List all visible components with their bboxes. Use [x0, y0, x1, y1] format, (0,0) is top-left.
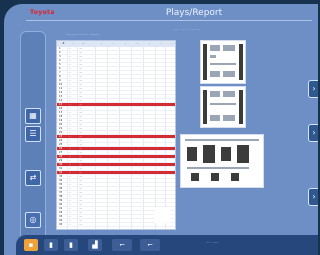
preview-block — [223, 45, 235, 51]
preview-block — [210, 103, 236, 105]
tool-icon: ⌐ — [147, 241, 153, 249]
header-status-text: .... . .... .. . ..... .... — [174, 27, 200, 31]
preview-block — [187, 147, 197, 161]
left-tool-panel: ▦ ☰ ⇄ ◎ — [20, 31, 46, 251]
right-tab-3[interactable]: › — [308, 188, 318, 206]
blank-preview[interactable] — [154, 207, 170, 223]
preview-bar — [239, 90, 243, 124]
tool-button-1[interactable]: ⌐ — [112, 239, 132, 251]
preview-block — [203, 145, 215, 163]
table-cell: .... — [79, 223, 83, 226]
preview-block — [210, 55, 216, 58]
preview-line — [187, 167, 249, 169]
sheet-caption: .... ....... .. ...... .......... — [66, 32, 100, 36]
preview-block — [221, 147, 231, 161]
list-view-button[interactable]: ☰ — [25, 126, 41, 142]
chart-icon: ▟ — [92, 241, 98, 249]
preview-block — [210, 71, 220, 77]
home-button[interactable]: ▪ — [24, 239, 38, 251]
arrow-right-icon: › — [312, 192, 316, 201]
home-icon: ▪ — [28, 241, 34, 249]
preview-thumbnail-2[interactable] — [200, 86, 246, 128]
preview-block — [231, 173, 239, 181]
preview-block — [223, 115, 235, 121]
table-cell: .. — [69, 223, 71, 226]
app-window: Toyota Plays/Report .... . .... .. . ...… — [4, 4, 318, 255]
right-tab-2[interactable]: › — [308, 124, 318, 142]
preview-thumbnail-1[interactable] — [200, 40, 246, 84]
page-icon: ▮ — [49, 241, 53, 249]
tool-icon: ⌐ — [119, 241, 125, 249]
table-cell: 45 — [59, 223, 63, 226]
chart-button[interactable]: ▟ — [88, 239, 102, 251]
page-button-2[interactable]: ▮ — [64, 239, 78, 251]
report-table[interactable]: #..................... 1...... 2...... 3..… — [56, 40, 176, 230]
arrow-right-icon: › — [312, 84, 316, 93]
preview-block — [211, 173, 219, 181]
settings-button[interactable]: ◎ — [25, 212, 41, 228]
page-icon: ▮ — [69, 241, 73, 249]
bottom-status: .... . ...... — [206, 240, 219, 244]
bottom-toolbar: ▪ ▮ ▮ ▟ ⌐ ⌐ .... . ...... — [16, 235, 318, 255]
swap-icon: ⇄ — [29, 173, 37, 182]
title-divider — [26, 20, 312, 21]
preview-bar — [203, 90, 207, 124]
brand-logo: Toyota — [30, 9, 55, 16]
preview-diagram[interactable] — [180, 134, 264, 188]
arrow-right-icon: › — [312, 128, 316, 137]
tool-button-2[interactable]: ⌐ — [140, 239, 160, 251]
sheet-note: .... ..... — [122, 211, 132, 215]
page-title: Plays/Report — [165, 8, 223, 18]
preview-block — [210, 45, 220, 51]
preview-block — [223, 91, 235, 97]
preview-block — [237, 145, 249, 163]
right-tab-1[interactable]: › — [308, 80, 318, 98]
preview-line — [185, 139, 259, 141]
preview-bar — [203, 44, 207, 80]
table-row[interactable]: 45...... — [57, 223, 175, 227]
preview-block — [210, 63, 236, 65]
preview-bar — [239, 44, 243, 80]
preview-block — [191, 173, 199, 181]
grid-icon: ▦ — [29, 111, 37, 120]
page-button-1[interactable]: ▮ — [44, 239, 58, 251]
preview-block — [223, 71, 235, 77]
preview-block — [210, 91, 220, 97]
swap-button[interactable]: ⇄ — [25, 170, 41, 186]
list-icon: ☰ — [29, 129, 37, 138]
gear-icon: ◎ — [29, 215, 37, 224]
preview-block — [210, 115, 220, 121]
grid-view-button[interactable]: ▦ — [25, 108, 41, 124]
